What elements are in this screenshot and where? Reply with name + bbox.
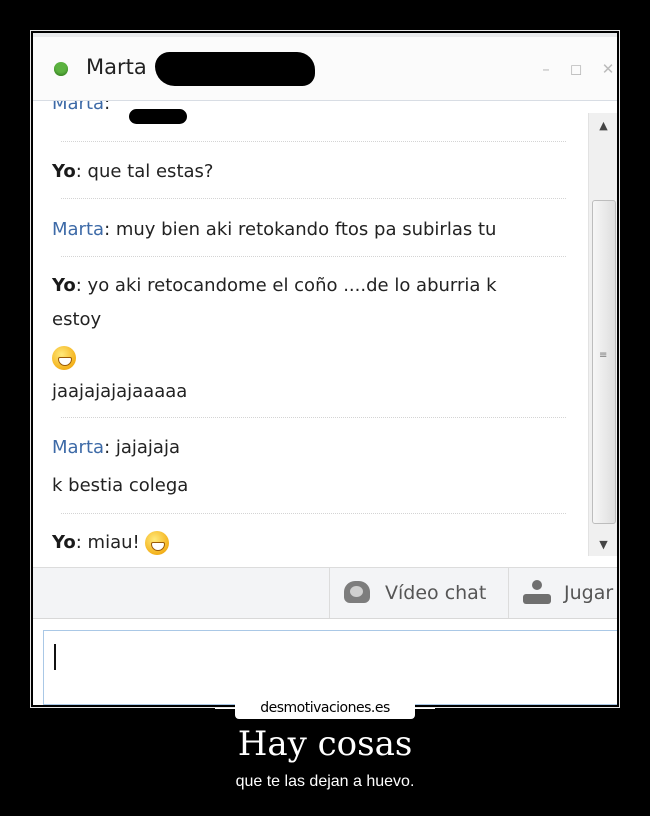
games-button[interactable]: Jugar xyxy=(508,568,617,618)
chat-titlebar: Marta – ◻ ✕ xyxy=(33,33,617,101)
text-caret xyxy=(54,644,56,670)
message-divider xyxy=(61,256,566,257)
sender-name: Marta xyxy=(52,437,105,458)
chat-history: Marta: Yo: que tal estas? Marta: muy bie… xyxy=(33,101,585,563)
chat-message: Marta: xyxy=(52,101,110,120)
sender-separator: : xyxy=(75,161,88,182)
sender-name: Yo xyxy=(52,275,76,296)
maximize-icon[interactable]: ◻ xyxy=(567,60,585,78)
message-text: yo aki retocandome el coño ....de lo abu… xyxy=(87,275,497,296)
chat-window: Marta – ◻ ✕ Marta: Yo: que tal estas? Ma… xyxy=(33,33,617,705)
redaction-mark xyxy=(129,109,187,124)
laughing-emoji-icon xyxy=(145,531,170,555)
chat-message: Yo: que tal estas? xyxy=(52,155,213,188)
sender-name: Yo xyxy=(52,532,76,553)
chat-message: Yo: miau! xyxy=(52,526,170,559)
minimize-icon[interactable]: – xyxy=(537,60,555,78)
sender-separator: : xyxy=(104,219,116,240)
online-status-icon xyxy=(54,62,68,76)
sender-name: Yo xyxy=(52,161,76,182)
message-text-line: estoy xyxy=(52,309,102,330)
message-text: muy bien aki retokando ftos pa subirlas … xyxy=(115,219,497,240)
poster-title: Hay cosas xyxy=(237,724,413,764)
video-camera-icon xyxy=(344,581,370,603)
games-label: Jugar xyxy=(564,582,614,604)
grip-icon: ≡ xyxy=(599,350,608,361)
chat-message: Marta: jajajaja xyxy=(52,431,180,464)
sender-separator: : xyxy=(75,275,88,296)
scroll-up-arrow-icon[interactable]: ▲ xyxy=(589,115,617,137)
message-divider xyxy=(61,141,566,142)
message-emoji-line xyxy=(52,341,76,374)
poster-subtitle: que te las dejan a huevo. xyxy=(235,773,415,790)
scroll-thumb[interactable]: ≡ xyxy=(592,200,616,524)
message-text: que tal estas? xyxy=(87,161,214,182)
close-icon[interactable]: ✕ xyxy=(599,60,617,78)
message-input[interactable] xyxy=(43,630,617,705)
message-divider xyxy=(61,198,566,199)
sender-name: Marta xyxy=(52,101,105,114)
sender-name: Marta xyxy=(52,219,105,240)
message-text-line: jaajajajajaaaaa xyxy=(52,381,188,402)
chat-message: Yo: yo aki retocandome el coño ....de lo… xyxy=(52,269,497,302)
chat-toolbar: Vídeo chat Jugar xyxy=(33,567,617,619)
message-text-line: k bestia colega xyxy=(52,475,189,496)
sender-separator: : xyxy=(75,532,88,553)
joystick-icon xyxy=(523,580,551,606)
video-chat-label: Vídeo chat xyxy=(385,582,487,604)
laughing-emoji-icon xyxy=(52,346,76,370)
message-text: jajajaja xyxy=(115,437,180,458)
watermark-label: desmotivaciones.es xyxy=(235,697,415,719)
chat-message: Marta: muy bien aki retokando ftos pa su… xyxy=(52,213,496,246)
message-divider xyxy=(61,513,566,514)
message-text: miau! xyxy=(87,532,140,553)
video-chat-button[interactable]: Vídeo chat xyxy=(329,568,508,618)
scroll-down-arrow-icon[interactable]: ▼ xyxy=(589,534,617,556)
contact-name: Marta xyxy=(86,55,147,79)
sender-separator: : xyxy=(104,101,111,114)
top-strip xyxy=(33,33,617,37)
redaction-mark xyxy=(155,52,315,86)
message-divider xyxy=(61,417,566,418)
chat-scrollbar[interactable]: ▲ ≡ ▼ xyxy=(588,113,617,556)
sender-separator: : xyxy=(104,437,116,458)
